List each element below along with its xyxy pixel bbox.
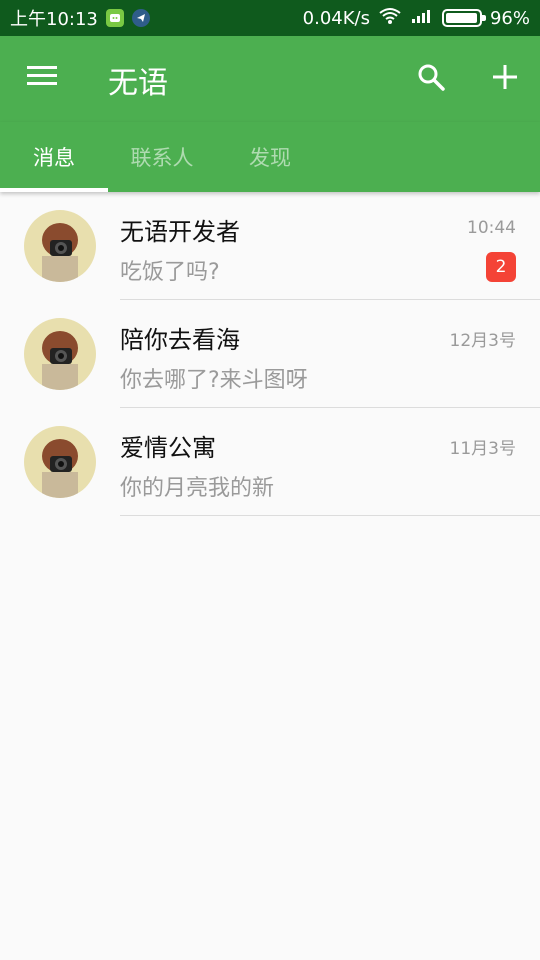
plus-icon [491, 63, 519, 95]
menu-icon [27, 65, 57, 91]
contact-name: 陪你去看海 [120, 326, 240, 354]
message-time: 10:44 [467, 218, 516, 238]
message-preview: 你去哪了?来斗图呀 [120, 368, 308, 393]
divider [120, 515, 540, 516]
message-time: 12月3号 [449, 331, 516, 351]
page-title: 无语 [108, 66, 168, 101]
search-button[interactable] [408, 56, 454, 102]
message-time: 11月3号 [449, 439, 516, 459]
message-preview: 吃饭了吗? [120, 260, 220, 285]
contact-name: 无语开发者 [120, 218, 240, 246]
menu-button[interactable] [20, 56, 64, 100]
status-right: 0.04K/s 96% [303, 7, 530, 30]
conversation-list: 无语开发者 吃饭了吗? 10:44 2 陪你去看海 你去哪了?来斗图呀 12月3… [0, 192, 540, 516]
telegram-icon [131, 9, 150, 27]
message-preview: 你的月亮我的新 [120, 476, 275, 501]
unread-badge: 2 [486, 252, 516, 282]
wifi-icon [378, 7, 402, 30]
app-toolbar: 无语 [0, 36, 540, 122]
signal-icon [410, 7, 434, 30]
tab-discover[interactable]: 发现 [216, 122, 324, 192]
tab-bar: 消息 联系人 发现 [0, 122, 540, 192]
add-button[interactable] [482, 56, 528, 102]
battery-fill [445, 13, 477, 23]
list-item[interactable]: 无语开发者 吃饭了吗? 10:44 2 [0, 192, 540, 300]
contact-name: 爱情公寓 [120, 434, 216, 462]
tab-messages[interactable]: 消息 [0, 122, 108, 192]
search-icon [416, 62, 446, 96]
app-notify-icon [105, 9, 124, 27]
battery-percent: 96% [489, 7, 530, 29]
avatar [24, 210, 96, 282]
network-speed: 0.04K/s [302, 7, 370, 29]
status-bar: 上午10:13 0.04K/s 96% [0, 0, 540, 36]
list-item[interactable]: 陪你去看海 你去哪了?来斗图呀 12月3号 [0, 300, 540, 408]
status-time: 上午10:13 [10, 9, 98, 30]
avatar [24, 318, 96, 390]
status-left: 上午10:13 [10, 5, 150, 31]
battery-icon [441, 9, 486, 27]
list-item[interactable]: 爱情公寓 你的月亮我的新 11月3号 [0, 408, 540, 516]
avatar [24, 426, 96, 498]
tab-contacts[interactable]: 联系人 [108, 122, 216, 192]
